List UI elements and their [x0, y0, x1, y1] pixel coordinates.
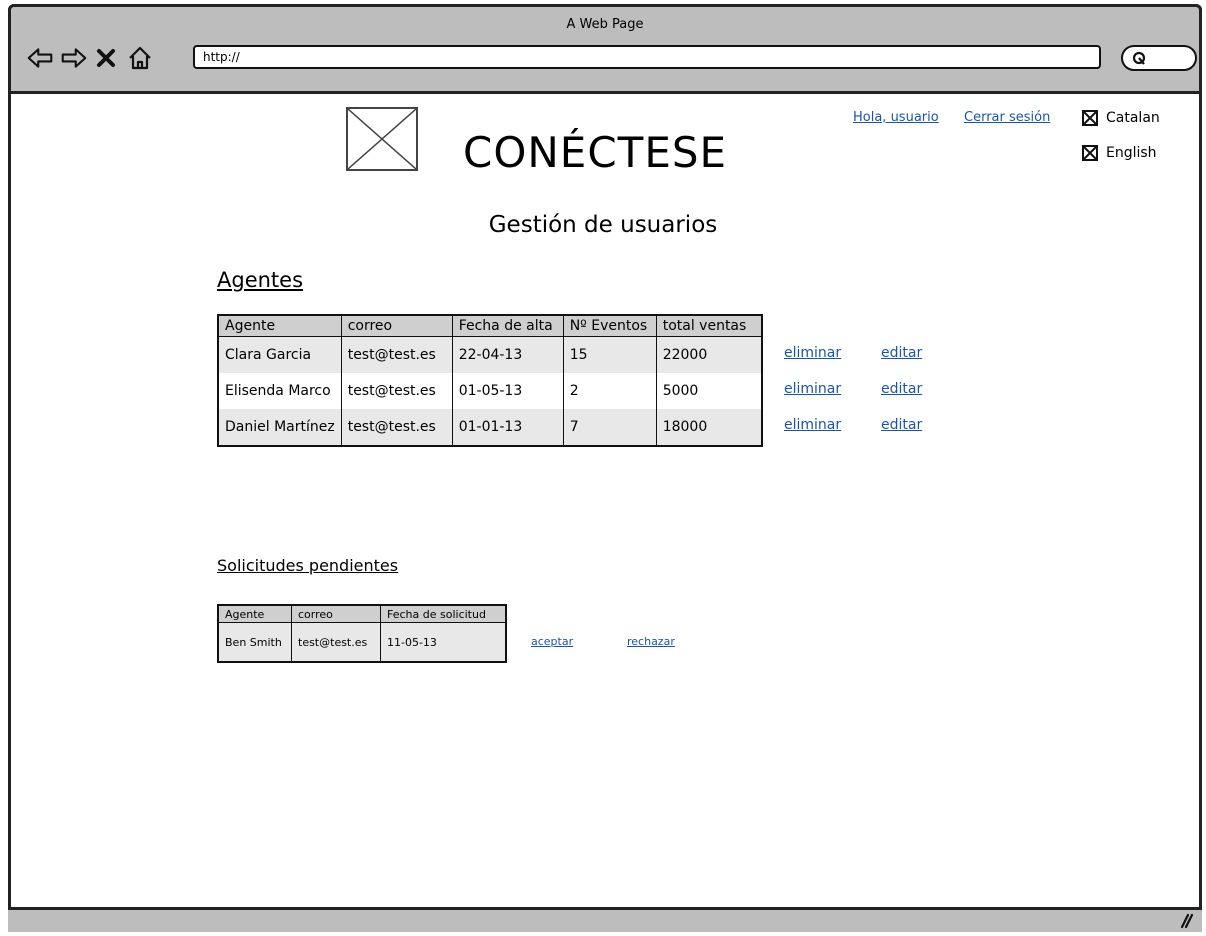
language-label: English: [1106, 145, 1157, 161]
cell-fecha: 11-05-13: [380, 622, 506, 662]
logout-link[interactable]: Cerrar sesión: [964, 110, 1050, 125]
cell-correo: test@test.es: [340, 336, 453, 373]
cell-fecha: 01-01-13: [451, 409, 564, 446]
cell-eventos: 15: [562, 336, 657, 373]
page-subtitle: Gestión de usuarios: [488, 212, 718, 238]
column-header: correo: [340, 315, 453, 337]
resize-grip-icon[interactable]: [1178, 913, 1194, 929]
image-placeholder-icon: [1082, 145, 1098, 161]
cell-ventas: 22000: [655, 336, 762, 373]
language-label: Catalan: [1106, 110, 1160, 126]
table-header-row: Agente correo Fecha de solicitud: [218, 605, 506, 623]
cell-ventas: 5000: [655, 373, 762, 409]
table-row: Ben Smith test@test.es 11-05-13: [218, 622, 506, 662]
home-icon[interactable]: [127, 45, 153, 71]
delete-agent-link[interactable]: eliminar: [784, 345, 841, 361]
brand-title: CONÉCTESE: [463, 128, 728, 177]
table-row: Elisenda Marco test@test.es 01-05-13 2 5…: [218, 373, 762, 409]
solicitudes-table: Agente correo Fecha de solicitud Ben Smi…: [217, 604, 507, 663]
table-row: Clara Garcia test@test.es 22-04-13 15 22…: [218, 336, 762, 373]
column-header: Fecha de solicitud: [380, 605, 506, 623]
cell-eventos: 7: [562, 409, 657, 446]
forward-arrow-icon[interactable]: [61, 45, 87, 71]
column-header: Agente: [218, 605, 292, 623]
column-header: total ventas: [655, 315, 762, 337]
cell-agente: Elisenda Marco: [218, 373, 342, 409]
delete-agent-link[interactable]: eliminar: [784, 381, 841, 397]
user-greeting-link[interactable]: Hola, usuario: [853, 110, 939, 125]
cell-fecha: 01-05-13: [451, 373, 564, 409]
cell-correo: test@test.es: [291, 622, 381, 662]
cell-fecha: 22-04-13: [451, 336, 564, 373]
cell-agente: Clara Garcia: [218, 336, 342, 373]
column-header: Nº Eventos: [562, 315, 657, 337]
image-placeholder-icon: [1082, 110, 1098, 126]
edit-agent-link[interactable]: editar: [881, 417, 922, 433]
cell-agente: Daniel Martínez: [218, 409, 342, 446]
agentes-heading: Agentes: [217, 268, 304, 292]
cell-agente: Ben Smith: [218, 622, 292, 662]
cell-correo: test@test.es: [340, 373, 453, 409]
search-icon: [1132, 51, 1146, 65]
browser-toolbar: A Web Page http://: [8, 4, 1202, 94]
search-button[interactable]: [1121, 45, 1197, 71]
stop-x-icon[interactable]: [93, 45, 119, 71]
language-option-catalan[interactable]: Catalan: [1082, 110, 1160, 126]
logo-image-placeholder: [346, 107, 418, 171]
column-header: correo: [291, 605, 381, 623]
cell-correo: test@test.es: [340, 409, 453, 446]
edit-agent-link[interactable]: editar: [881, 345, 922, 361]
accept-request-link[interactable]: aceptar: [531, 635, 573, 648]
back-arrow-icon[interactable]: [27, 45, 53, 71]
window-title: A Web Page: [566, 17, 644, 32]
language-option-english[interactable]: English: [1082, 145, 1157, 161]
cell-ventas: 18000: [655, 409, 762, 446]
browser-status-bar: [8, 907, 1202, 932]
column-header: Agente: [218, 315, 342, 337]
cell-eventos: 2: [562, 373, 657, 409]
solicitudes-heading: Solicitudes pendientes: [217, 556, 399, 575]
agentes-table: Agente correo Fecha de alta Nº Eventos t…: [217, 314, 763, 447]
delete-agent-link[interactable]: eliminar: [784, 417, 841, 433]
table-row: Daniel Martínez test@test.es 01-01-13 7 …: [218, 409, 762, 446]
edit-agent-link[interactable]: editar: [881, 381, 922, 397]
table-header-row: Agente correo Fecha de alta Nº Eventos t…: [218, 315, 762, 337]
reject-request-link[interactable]: rechazar: [627, 635, 675, 648]
url-input[interactable]: http://: [193, 45, 1101, 69]
column-header: Fecha de alta: [451, 315, 564, 337]
